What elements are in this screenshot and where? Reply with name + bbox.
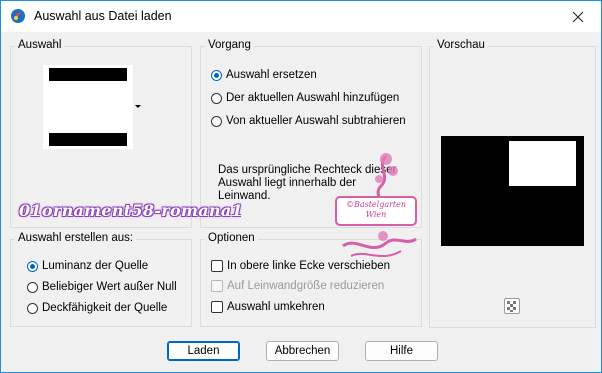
radio-any-nonzero[interactable]: Beliebiger Wert außer Null xyxy=(27,281,177,293)
selection-legend: Auswahl xyxy=(15,39,65,51)
close-button[interactable] xyxy=(555,1,601,32)
radio-source-opacity[interactable]: Deckfähigkeit der Quelle xyxy=(27,302,167,314)
radio-add-to-selection[interactable]: Der aktuellen Auswahl hinzufügen xyxy=(211,92,399,104)
checkbox-indicator[interactable] xyxy=(211,260,223,272)
checkbox-indicator[interactable] xyxy=(211,280,223,292)
checkbox-indicator[interactable] xyxy=(211,301,223,313)
create-from-panel: Auswahl erstellen aus: Luminanz der Quel… xyxy=(10,232,192,327)
selection-thumbnail[interactable] xyxy=(43,65,133,149)
watermark-text: 01ornament58-romana1 xyxy=(19,201,243,220)
cancel-button[interactable]: Abbrechen xyxy=(266,341,339,361)
transparency-toggle[interactable] xyxy=(504,298,520,314)
radio-indicator[interactable] xyxy=(211,69,222,81)
radio-label: Von aktueller Auswahl subtrahieren xyxy=(226,115,406,127)
checkbox-label: Auf Leinwandgröße reduzieren xyxy=(227,280,385,292)
check-invert-selection[interactable]: Auswahl umkehren xyxy=(211,301,325,313)
radio-indicator[interactable] xyxy=(211,92,222,104)
radio-indicator[interactable] xyxy=(27,302,38,314)
window-title: Auswahl aus Datei laden xyxy=(34,9,172,23)
radio-label: Der aktuellen Auswahl hinzufügen xyxy=(226,92,400,104)
radio-replace-selection[interactable]: Auswahl ersetzen xyxy=(211,69,317,81)
dialog-window: Auswahl aus Datei laden Auswahl Vorgang … xyxy=(0,0,602,373)
radio-label: Beliebiger Wert außer Null xyxy=(42,281,177,293)
radio-subtract-selection[interactable]: Von aktueller Auswahl subtrahieren xyxy=(211,115,406,127)
radio-label: Luminanz der Quelle xyxy=(42,260,149,272)
preview-legend: Vorschau xyxy=(434,39,488,51)
close-icon xyxy=(572,11,584,22)
preview-selection-rect xyxy=(509,141,576,186)
check-crop-to-canvas[interactable]: Auf Leinwandgröße reduzieren xyxy=(211,280,384,292)
radio-label: Auswahl ersetzen xyxy=(226,69,317,81)
thumbnail-bottom-bar xyxy=(49,133,127,146)
radio-indicator[interactable] xyxy=(211,115,222,127)
options-legend: Optionen xyxy=(205,232,258,244)
checkbox-label: Auswahl umkehren xyxy=(227,301,325,313)
radio-luminance[interactable]: Luminanz der Quelle xyxy=(27,260,148,272)
watermark-stamp-line-2: Wien xyxy=(365,210,387,219)
thumbnail-top-bar xyxy=(49,68,127,81)
radio-label: Deckfähigkeit der Quelle xyxy=(42,302,168,314)
preview-canvas xyxy=(441,136,584,246)
app-icon xyxy=(11,9,25,23)
watermark-stamp-line-1: ©Bastelgarten xyxy=(345,200,407,209)
chevron-down-icon[interactable] xyxy=(135,105,141,108)
checkerboard-icon xyxy=(507,301,516,312)
operation-legend: Vorgang xyxy=(205,39,254,51)
help-button[interactable]: Hilfe xyxy=(365,341,438,361)
load-button[interactable]: Laden xyxy=(167,341,240,361)
title-bar[interactable]: Auswahl aus Datei laden xyxy=(1,1,601,32)
create-from-legend: Auswahl erstellen aus: xyxy=(15,232,137,244)
preview-panel: Vorschau xyxy=(429,39,596,328)
radio-indicator[interactable] xyxy=(27,281,38,293)
radio-indicator[interactable] xyxy=(27,260,38,272)
